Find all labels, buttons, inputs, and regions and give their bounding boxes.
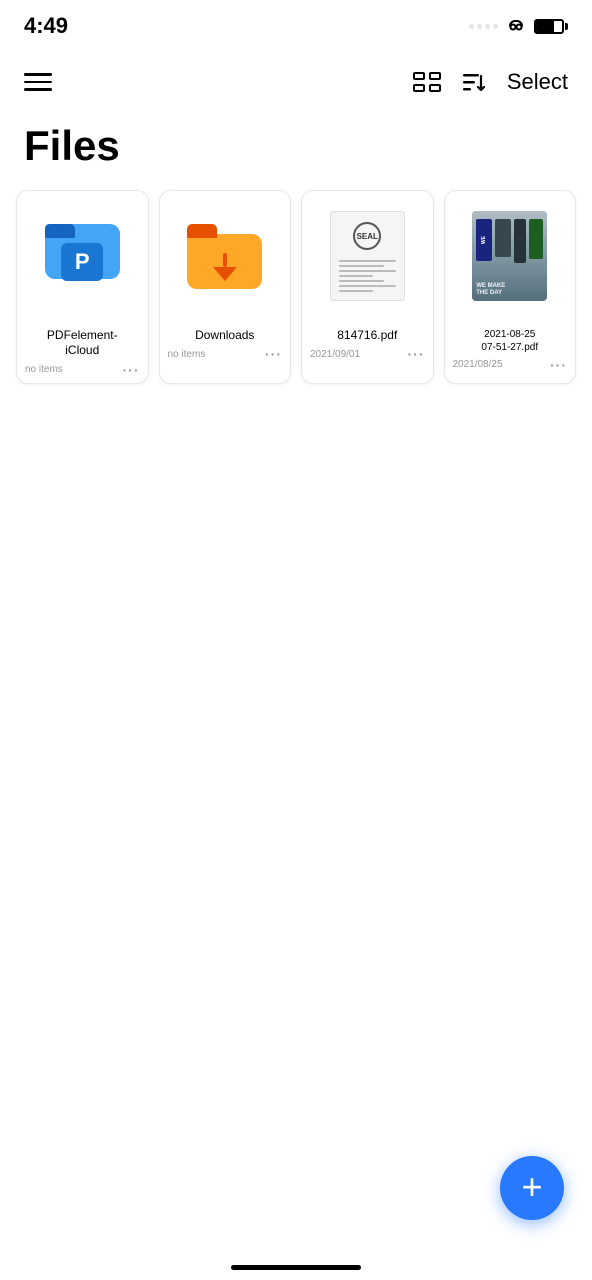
file-meta-pdfelement-icloud: no items ··· [25, 363, 140, 377]
wifi-icon [504, 18, 528, 34]
file-card-downloads[interactable]: Downloads no items ··· [159, 190, 292, 384]
file-meta-2021-08-25: 2021/08/25 ··· [453, 358, 568, 372]
file-info-pdfelement-icloud: PDFelement-iCloud no items ··· [17, 322, 148, 383]
sort-button[interactable] [461, 68, 489, 96]
status-icons [469, 18, 568, 34]
header-actions: Select [413, 68, 568, 96]
file-date-downloads: no items [168, 349, 206, 360]
file-info-downloads: Downloads no items ··· [160, 322, 291, 368]
file-thumbnail-2021-08-25: WE WE MAKETHE DAY [445, 191, 576, 322]
file-name-2021-08-25: 2021-08-2507-51-27.pdf [453, 328, 568, 354]
pdfelement-logo: P [61, 243, 103, 281]
photo-overlay-text: WE MAKETHE DAY [476, 283, 505, 297]
add-file-button[interactable]: + [500, 1156, 564, 1220]
more-menu-downloads[interactable]: ··· [265, 347, 282, 361]
file-name-downloads: Downloads [168, 328, 283, 344]
menu-line-3 [24, 88, 52, 91]
file-thumbnail-pdfelement-icloud: P [17, 191, 148, 322]
file-date-pdfelement-icloud: no items [25, 364, 63, 375]
file-date-814716: 2021/09/01 [310, 349, 360, 360]
add-icon: + [521, 1169, 542, 1205]
file-meta-downloads: no items ··· [168, 347, 283, 361]
photo-thumbnail-2021-08-25: WE WE MAKETHE DAY [472, 211, 547, 301]
more-menu-pdfelement-icloud[interactable]: ··· [123, 363, 140, 377]
app-header: Select [0, 50, 592, 114]
file-info-2021-08-25: 2021-08-2507-51-27.pdf 2021/08/25 ··· [445, 322, 576, 378]
file-date-2021-08-25: 2021/08/25 [453, 359, 503, 370]
file-name-814716: 814716.pdf [310, 328, 425, 344]
download-arrow-icon [213, 253, 237, 281]
pdf-logo: SEAL [335, 216, 400, 254]
file-meta-814716: 2021/09/01 ··· [310, 347, 425, 361]
status-bar: 4:49 [0, 0, 592, 50]
menu-button[interactable] [24, 73, 52, 91]
status-time: 4:49 [24, 13, 68, 39]
pdf-content-lines [335, 254, 400, 296]
folder-blue-icon: P [45, 224, 120, 289]
pdf-thumbnail-814716: SEAL [330, 211, 405, 301]
file-info-814716: 814716.pdf 2021/09/01 ··· [302, 322, 433, 368]
folder-orange-icon [187, 224, 262, 289]
menu-line-2 [24, 81, 52, 84]
select-button[interactable]: Select [507, 69, 568, 95]
more-menu-2021-08-25[interactable]: ··· [550, 358, 567, 372]
file-card-pdfelement-icloud[interactable]: P PDFelement-iCloud no items ··· [16, 190, 149, 384]
signal-dots-icon [469, 24, 498, 29]
file-thumbnail-downloads [160, 191, 291, 322]
battery-icon [534, 19, 568, 34]
file-name-pdfelement-icloud: PDFelement-iCloud [25, 328, 140, 359]
file-thumbnail-814716: SEAL [302, 191, 433, 322]
more-menu-814716[interactable]: ··· [408, 347, 425, 361]
home-indicator [231, 1265, 361, 1270]
file-card-2021-08-25[interactable]: WE WE MAKETHE DAY 2021-08-2507-51-27.pdf… [444, 190, 577, 384]
files-grid: P PDFelement-iCloud no items ··· [0, 190, 592, 384]
page-title-section: Files [0, 114, 592, 190]
file-card-814716[interactable]: SEAL 814716.pdf 2021/09/01 ··· [301, 190, 434, 384]
menu-line-1 [24, 73, 52, 76]
page-title: Files [24, 122, 568, 170]
view-toggle-button[interactable] [413, 70, 443, 94]
